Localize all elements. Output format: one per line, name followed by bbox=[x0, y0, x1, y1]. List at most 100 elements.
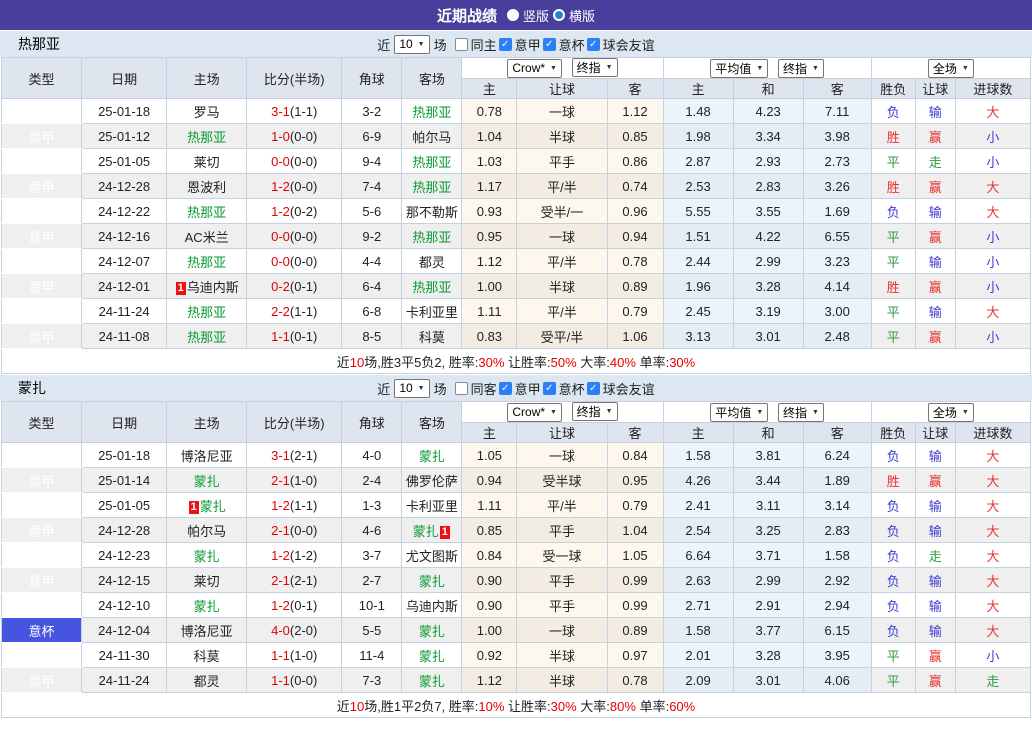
col-away: 客场 bbox=[401, 57, 463, 99]
monza-filter-controls: 近 10 ▼ 场 同客 ✓ 意甲 ✓ 意杯 ✓ 球会友谊 bbox=[377, 378, 655, 398]
score-cell: 1-2(0-1) bbox=[246, 592, 343, 618]
odds-away-cell: 0.99 bbox=[606, 592, 664, 618]
chevron-down-icon: ▼ bbox=[417, 384, 425, 392]
score-cell: 2-1(1-0) bbox=[246, 467, 343, 493]
filter-checkbox[interactable]: ✓ bbox=[498, 381, 512, 395]
score-cell: 1-1(0-0) bbox=[246, 667, 343, 693]
avg-draw-cell: 3.44 bbox=[732, 467, 804, 493]
odds-handicap-cell: 半球 bbox=[516, 667, 608, 693]
corner-cell: 4-4 bbox=[341, 248, 403, 274]
home-team-cell: 蒙扎 bbox=[166, 467, 248, 493]
horizontal-radio[interactable] bbox=[553, 9, 565, 21]
handicap-result-cell: 走 bbox=[914, 542, 956, 568]
vertical-radio[interactable] bbox=[506, 9, 519, 21]
col-type: 类型 bbox=[0, 57, 83, 99]
odds-home-cell: 0.92 bbox=[461, 642, 518, 668]
bookmaker-select[interactable]: Crow* ▼ bbox=[507, 402, 562, 422]
date-cell: 24-11-24 bbox=[81, 298, 168, 324]
avg-draw-cell: 3.28 bbox=[732, 273, 804, 299]
average-final-select[interactable]: 终指 ▼ bbox=[777, 58, 824, 78]
goals-result-cell: 大 bbox=[954, 617, 1032, 643]
filter-checkbox[interactable]: ✓ bbox=[542, 381, 556, 395]
date-cell: 24-12-07 bbox=[81, 248, 168, 274]
fulltime-select[interactable]: 全场 ▼ bbox=[927, 58, 974, 78]
match-row: 意甲 24-12-22 热那亚 1-2(0-2) 5-6 那不勒斯 0.93 受半/一 0.96… bbox=[0, 198, 1032, 224]
avg-home-cell: 2.71 bbox=[662, 592, 734, 618]
avg-draw-cell: 3.25 bbox=[732, 517, 804, 543]
odds-handicap-cell: 受一球 bbox=[516, 542, 608, 568]
filter-checkbox[interactable]: ✓ bbox=[586, 37, 600, 51]
avg-home-cell: 6.64 bbox=[662, 542, 734, 568]
odds-home-cell: 1.05 bbox=[461, 442, 518, 468]
recent-count-select[interactable]: 10 ▼ bbox=[394, 378, 430, 398]
away-team-cell: 卡利亚里 bbox=[401, 298, 463, 324]
competition-cell: 意甲 bbox=[0, 442, 83, 468]
odds-home-cell: 1.12 bbox=[461, 667, 518, 693]
handicap-result-cell: 走 bbox=[914, 148, 956, 174]
col-goals: 进球数 bbox=[954, 422, 1032, 443]
wdl-result-cell: 负 bbox=[870, 198, 916, 224]
filter-checkbox[interactable] bbox=[454, 37, 468, 51]
avg-home-cell: 1.58 bbox=[662, 617, 734, 643]
average-final-select[interactable]: 终指 ▼ bbox=[777, 402, 824, 422]
matches-label: 场 bbox=[433, 381, 447, 397]
odds-handicap-cell: 平手 bbox=[516, 517, 608, 543]
fulltime-select[interactable]: 全场 ▼ bbox=[927, 402, 974, 422]
average-select[interactable]: 平均值 ▼ bbox=[710, 58, 769, 78]
filter-label: 同客 bbox=[470, 381, 497, 397]
col-handicap-result: 让球 bbox=[914, 78, 956, 99]
chevron-down-icon: ▼ bbox=[605, 408, 613, 416]
date-cell: 24-12-15 bbox=[81, 567, 168, 593]
bookmaker-select[interactable]: Crow* ▼ bbox=[507, 58, 562, 78]
avg-away-cell: 4.14 bbox=[802, 273, 872, 299]
odds-away-cell: 0.94 bbox=[606, 223, 664, 249]
final-odds-select[interactable]: 终指 ▼ bbox=[571, 58, 618, 78]
score-cell: 2-1(0-0) bbox=[246, 517, 343, 543]
recent-count-select[interactable]: 10 ▼ bbox=[394, 34, 430, 54]
handicap-result-cell: 赢 bbox=[914, 642, 956, 668]
genoa-results-table: 类型 日期 主场 比分(半场) 角球 客场 Crow* ▼ 终指 ▼ 平均值 ▼ 终指… bbox=[0, 57, 1032, 374]
odds-home-cell: 1.17 bbox=[461, 173, 518, 199]
away-team-cell: 帕尔马 bbox=[401, 123, 463, 149]
date-cell: 24-12-28 bbox=[81, 517, 168, 543]
horizontal-radio-label[interactable]: 横版 bbox=[569, 6, 595, 25]
col-crow-home: 主 bbox=[461, 422, 518, 443]
wdl-result-cell: 负 bbox=[870, 492, 916, 518]
goals-result-cell: 小 bbox=[954, 248, 1032, 274]
odds-away-cell: 0.89 bbox=[606, 273, 664, 299]
vertical-radio-label[interactable]: 竖版 bbox=[523, 6, 549, 25]
score-cell: 0-0(0-0) bbox=[246, 148, 343, 174]
wdl-result-cell: 负 bbox=[870, 442, 916, 468]
filter-checkbox[interactable]: ✓ bbox=[542, 37, 556, 51]
avg-draw-cell: 3.01 bbox=[732, 667, 804, 693]
home-team-cell: 博洛尼亚 bbox=[166, 442, 248, 468]
competition-cell: 意甲 bbox=[0, 148, 83, 174]
odds-away-cell: 0.84 bbox=[606, 442, 664, 468]
date-cell: 24-12-28 bbox=[81, 173, 168, 199]
wdl-result-cell: 平 bbox=[870, 642, 916, 668]
filter-checkbox[interactable] bbox=[454, 381, 468, 395]
competition-cell: 意甲 bbox=[0, 223, 83, 249]
avg-home-cell: 4.26 bbox=[662, 467, 734, 493]
filter-checkbox[interactable]: ✓ bbox=[498, 37, 512, 51]
avg-draw-cell: 3.11 bbox=[732, 492, 804, 518]
filter-checkbox[interactable]: ✓ bbox=[586, 381, 600, 395]
competition-cell: 意甲 bbox=[0, 542, 83, 568]
date-cell: 24-11-24 bbox=[81, 667, 168, 693]
match-row: 意甲 24-12-23 蒙扎 1-2(1-2) 3-7 尤文图斯 0.84 受一球 1.05 6.… bbox=[0, 542, 1032, 568]
odds-away-cell: 0.97 bbox=[606, 642, 664, 668]
final-odds-select[interactable]: 终指 ▼ bbox=[571, 402, 618, 422]
col-crow-handicap: 让球 bbox=[516, 78, 608, 99]
away-team-cell: 都灵 bbox=[401, 248, 463, 274]
home-team-cell: 热那亚 bbox=[166, 248, 248, 274]
average-select[interactable]: 平均值 ▼ bbox=[710, 402, 769, 422]
home-team-cell: 热那亚 bbox=[166, 323, 248, 349]
date-cell: 24-12-04 bbox=[81, 617, 168, 643]
odds-home-cell: 1.12 bbox=[461, 248, 518, 274]
odds-handicap-cell: 一球 bbox=[516, 223, 608, 249]
away-team-cell: 科莫 bbox=[401, 323, 463, 349]
avg-home-cell: 2.01 bbox=[662, 642, 734, 668]
avg-home-cell: 1.98 bbox=[662, 123, 734, 149]
odds-away-cell: 1.12 bbox=[606, 98, 664, 124]
competition-cell: 意甲 bbox=[0, 98, 83, 124]
